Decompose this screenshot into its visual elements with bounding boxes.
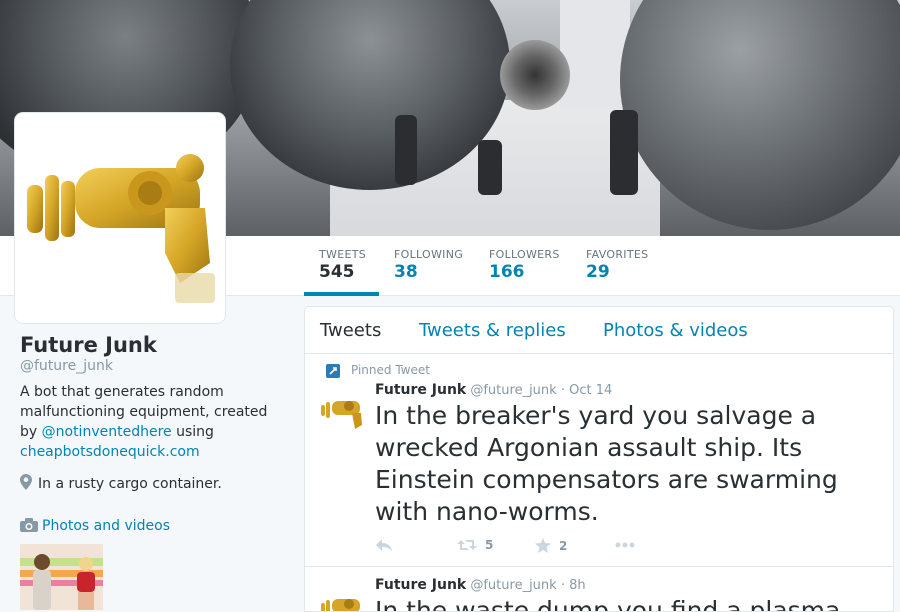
tweet-author-name[interactable]: Future Junk: [375, 382, 466, 398]
reply-button[interactable]: [375, 538, 393, 555]
stat-following[interactable]: FOLLOWING 38: [394, 248, 463, 282]
timeline: Tweets Tweets & replies Photos & videos …: [304, 306, 894, 612]
stat-tweets[interactable]: TWEETS 545: [319, 248, 366, 282]
more-options-button[interactable]: [615, 538, 635, 555]
retweet-count: 5: [485, 538, 494, 552]
tweet-timestamp[interactable]: · Oct 14: [561, 383, 612, 398]
stat-value: 29: [586, 262, 610, 282]
retweet-button[interactable]: 5: [457, 538, 493, 555]
tab-tweets[interactable]: Tweets: [320, 320, 381, 341]
active-stat-indicator: [304, 292, 379, 296]
banner-engine-right: [620, 0, 900, 230]
pinned-indicator: Pinned Tweet: [326, 363, 430, 378]
pinned-label: Pinned Tweet: [351, 363, 430, 377]
photos-videos-link[interactable]: Photos and videos: [20, 518, 170, 534]
photos-videos-label: Photos and videos: [42, 518, 171, 534]
favorite-button[interactable]: 2: [535, 538, 567, 556]
star-icon: [535, 538, 551, 553]
tab-photos-videos[interactable]: Photos & videos: [603, 320, 748, 341]
stat-followers[interactable]: FOLLOWERS 166: [489, 248, 560, 282]
banner-landing-gear: [478, 140, 502, 195]
stat-value: 38: [394, 262, 418, 282]
bio-mention-link[interactable]: @notinventedhere: [42, 424, 172, 440]
tweet-author-handle[interactable]: @future_junk: [470, 578, 556, 593]
profile-handle: @future_junk: [20, 358, 113, 374]
profile-bio: A bot that generates random malfunctioni…: [20, 382, 280, 462]
media-thumbnail[interactable]: [20, 544, 103, 610]
tweet-header: Future Junk @future_junk · Oct 14: [375, 382, 612, 398]
stat-label: FOLLOWERS: [489, 248, 560, 261]
more-dots-icon: [615, 542, 635, 548]
tweet-avatar[interactable]: [318, 387, 366, 435]
stat-label: FOLLOWING: [394, 248, 464, 261]
stat-value: 545: [319, 262, 355, 282]
profile-name[interactable]: Future Junk: [20, 333, 157, 357]
tweet-item[interactable]: Future Junk @future_junk · 8h In the was…: [305, 567, 893, 612]
banner-engine-far: [500, 40, 570, 110]
tweet-author-handle[interactable]: @future_junk: [470, 383, 556, 398]
favorite-count: 2: [559, 539, 568, 553]
profile-avatar[interactable]: [15, 113, 225, 323]
location-text: In a rusty cargo container.: [38, 476, 222, 492]
ray-gun-icon: [27, 154, 215, 303]
retweet-icon: [457, 540, 477, 550]
stat-label: FAVORITES: [586, 248, 649, 261]
media-thumbnail-image: [20, 544, 103, 610]
tweet-header: Future Junk @future_junk · 8h: [375, 577, 586, 593]
tweet-text: In the waste dump you find a plasma: [375, 596, 841, 612]
banner-landing-gear: [610, 110, 638, 195]
stat-label: TWEETS: [319, 248, 366, 261]
stat-favorites[interactable]: FAVORITES 29: [586, 248, 648, 282]
bio-text: using: [176, 424, 214, 440]
tweet-avatar[interactable]: [318, 585, 366, 612]
banner-sky: [560, 0, 630, 110]
tab-tweets-replies[interactable]: Tweets & replies: [419, 320, 566, 341]
camera-icon: [20, 518, 38, 532]
pin-icon: [326, 364, 340, 378]
profile-location: In a rusty cargo container.: [20, 474, 222, 492]
tweet-text: In the breaker's yard you salvage a wrec…: [375, 401, 838, 526]
banner-landing-gear: [395, 115, 417, 185]
timeline-tabs: Tweets Tweets & replies Photos & videos: [305, 307, 893, 354]
tweet-author-name[interactable]: Future Junk: [375, 577, 466, 593]
location-pin-icon: [20, 474, 32, 490]
tweet-timestamp[interactable]: · 8h: [561, 578, 586, 593]
bio-url-link[interactable]: cheapbotsdonequick.com: [20, 444, 200, 460]
tweet-item[interactable]: Pinned Tweet Future Junk @future_junk · …: [305, 354, 893, 567]
reply-icon: [376, 539, 392, 551]
stat-value: 166: [489, 262, 525, 282]
